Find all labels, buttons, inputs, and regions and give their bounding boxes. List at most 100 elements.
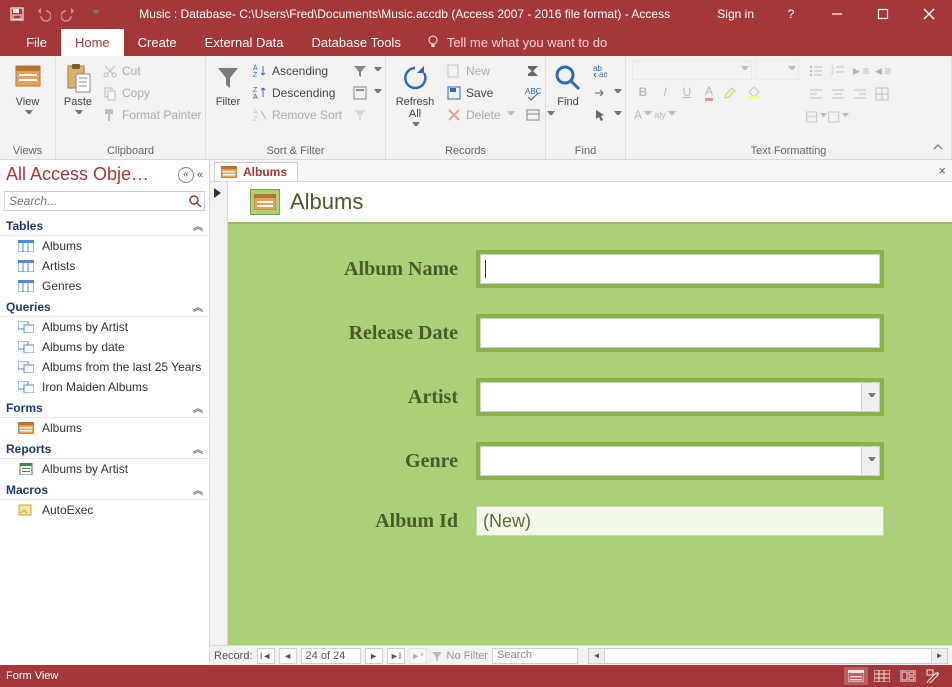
nav-query-iron-maiden[interactable]: Iron Maiden Albums: [0, 377, 209, 397]
recnav-position[interactable]: 24 of 24: [301, 648, 361, 664]
tab-file[interactable]: File: [12, 29, 61, 56]
nav-form-albums[interactable]: Albums: [0, 418, 209, 438]
maximize-button[interactable]: [860, 0, 906, 28]
horizontal-scrollbar[interactable]: ◄►: [588, 648, 948, 664]
bullets-button[interactable]: [805, 60, 827, 82]
bold-button[interactable]: B: [632, 81, 654, 103]
highlight-button[interactable]: [720, 81, 742, 103]
paste-button[interactable]: Paste: [62, 60, 94, 118]
scroll-left-button[interactable]: ◄: [589, 649, 605, 663]
nav-table-genres[interactable]: Genres: [0, 276, 209, 296]
font-family-select[interactable]: [632, 60, 752, 80]
input-album-name[interactable]: [480, 254, 880, 284]
selection-filter-button[interactable]: [350, 60, 384, 82]
toggle-filter-button[interactable]: [350, 104, 384, 126]
nav-group-queries[interactable]: Queries︽: [0, 296, 209, 317]
italic-button[interactable]: I: [654, 81, 676, 103]
qat-customize-icon[interactable]: [84, 3, 106, 25]
copy-button[interactable]: Copy: [100, 82, 203, 104]
view-form-button[interactable]: [844, 667, 868, 685]
format-painter-button[interactable]: Format Painter: [100, 104, 203, 126]
nav-search-input[interactable]: [5, 192, 186, 210]
underline-button[interactable]: U: [676, 81, 698, 103]
gridlines-picker[interactable]: [827, 106, 849, 128]
collapse-icon[interactable]: ︽: [193, 218, 203, 233]
redo-icon[interactable]: [58, 3, 80, 25]
view-design-button[interactable]: [922, 667, 946, 685]
replace-button[interactable]: abac: [590, 60, 624, 82]
recnav-search[interactable]: Search: [492, 648, 578, 664]
collapse-icon[interactable]: ︽: [193, 482, 203, 497]
tab-home[interactable]: Home: [61, 29, 124, 56]
font-color-button[interactable]: A: [698, 81, 720, 103]
increase-indent-button[interactable]: ►≡: [849, 60, 871, 82]
align-center-button[interactable]: [827, 83, 849, 105]
nav-table-albums[interactable]: Albums: [0, 236, 209, 256]
undo-icon[interactable]: [32, 3, 54, 25]
dropdown-button[interactable]: [861, 447, 879, 475]
tab-create[interactable]: Create: [124, 29, 191, 56]
search-icon[interactable]: [186, 193, 204, 209]
nav-query-albums-by-date[interactable]: Albums by date: [0, 337, 209, 357]
collapse-icon[interactable]: ︽: [193, 299, 203, 314]
save-icon[interactable]: [6, 3, 28, 25]
highlight-picker[interactable]: aly: [654, 104, 676, 126]
collapse-icon[interactable]: ︽: [193, 400, 203, 415]
nav-menu-button[interactable]: «: [178, 167, 194, 183]
recnav-prev[interactable]: ◄: [279, 648, 297, 664]
recnav-next[interactable]: ►: [365, 648, 383, 664]
gridlines-button[interactable]: [871, 83, 893, 105]
alt-fill-button[interactable]: [805, 106, 827, 128]
nav-group-reports[interactable]: Reports︽: [0, 438, 209, 459]
dropdown-button[interactable]: [861, 383, 879, 411]
filter-button[interactable]: Filter: [212, 60, 244, 108]
font-color-picker[interactable]: A: [632, 104, 654, 126]
advanced-filter-button[interactable]: [350, 82, 384, 104]
nav-collapse-button[interactable]: «: [197, 169, 203, 181]
new-record-button[interactable]: New: [444, 60, 517, 82]
recnav-filter[interactable]: No Filter: [431, 650, 489, 662]
nav-group-tables[interactable]: Tables︽: [0, 215, 209, 236]
view-layout-button[interactable]: [896, 667, 920, 685]
combo-artist[interactable]: [480, 382, 880, 412]
ascending-button[interactable]: AZAscending: [250, 60, 344, 82]
nav-report-albums-by-artist[interactable]: Albums by Artist: [0, 459, 209, 479]
fill-color-button[interactable]: [742, 81, 764, 103]
goto-button[interactable]: [590, 82, 624, 104]
tab-external-data[interactable]: External Data: [191, 29, 298, 56]
decrease-indent-button[interactable]: ◄≡: [871, 60, 893, 82]
delete-record-button[interactable]: Delete: [444, 104, 517, 126]
sign-in-link[interactable]: Sign in: [703, 7, 768, 21]
nav-query-albums-by-artist[interactable]: Albums by Artist: [0, 317, 209, 337]
nav-group-macros[interactable]: Macros︽: [0, 479, 209, 500]
cut-button[interactable]: Cut: [100, 60, 203, 82]
nav-table-artists[interactable]: Artists: [0, 256, 209, 276]
descending-button[interactable]: ZADescending: [250, 82, 344, 104]
nav-group-forms[interactable]: Forms︽: [0, 397, 209, 418]
minimize-button[interactable]: [814, 0, 860, 28]
nav-query-last-25-years[interactable]: Albums from the last 25 Years: [0, 357, 209, 377]
font-size-select[interactable]: [755, 60, 799, 80]
help-button[interactable]: ?: [768, 0, 814, 28]
close-tab-button[interactable]: ×: [938, 163, 946, 178]
save-record-button[interactable]: Save: [444, 82, 517, 104]
scroll-right-button[interactable]: ►: [931, 649, 947, 663]
recnav-new[interactable]: ►*: [409, 648, 427, 664]
tell-me-search[interactable]: Tell me what you want to do: [415, 28, 617, 56]
collapse-icon[interactable]: ︽: [193, 441, 203, 456]
close-button[interactable]: [906, 0, 952, 28]
doc-tab-albums[interactable]: Albums: [214, 162, 298, 181]
align-right-button[interactable]: [849, 83, 871, 105]
combo-genre[interactable]: [480, 446, 880, 476]
input-release-date[interactable]: [480, 318, 880, 348]
select-button[interactable]: [590, 104, 624, 126]
remove-sort-button[interactable]: AZRemove Sort: [250, 104, 344, 126]
tab-database-tools[interactable]: Database Tools: [297, 29, 414, 56]
nav-macro-autoexec[interactable]: AutoExec: [0, 500, 209, 520]
align-left-button[interactable]: [805, 83, 827, 105]
recnav-last[interactable]: ►I: [387, 648, 405, 664]
view-button[interactable]: View: [6, 60, 49, 118]
view-datasheet-button[interactable]: [870, 667, 894, 685]
numbering-button[interactable]: 12: [827, 60, 849, 82]
refresh-all-button[interactable]: Refresh All: [392, 60, 438, 130]
